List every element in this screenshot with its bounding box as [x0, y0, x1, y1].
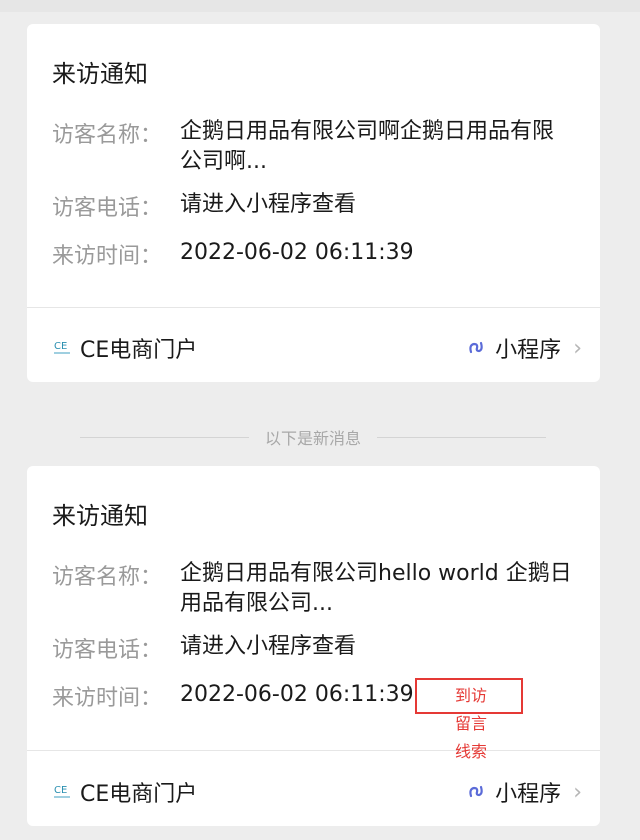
visitor-phone-label: 访客电话： [52, 638, 163, 663]
visitor-name-value: 企鹅日用品有限公司啊企鹅日用品有限公司啊... [180, 119, 555, 174]
visit-notification-card[interactable]: 来访通知 访客名称： 企鹅日用品有限公司啊企鹅日用品有限公司啊... 访客电话：… [27, 24, 600, 382]
visitor-phone-label: 访客电话： [52, 196, 163, 221]
visitor-name-label: 访客名称： [52, 565, 163, 590]
brand-link[interactable]: CE CE电商门户 [52, 332, 197, 364]
visitor-name-value: 企鹅日用品有限公司hello world 企鹅日用品有限公司... [180, 561, 572, 616]
chevron-right-icon: › [573, 779, 582, 805]
mini-program-label: 小程序 [495, 782, 562, 807]
visit-time-label: 来访时间： [52, 244, 163, 269]
visit-time-value: 2022-06-02 06:11:39 [180, 240, 414, 265]
mini-program-icon [465, 781, 487, 803]
ce-logo-icon: CE [52, 782, 72, 802]
svg-text:CE: CE [54, 785, 67, 796]
visitor-phone-value: 请进入小程序查看 [180, 634, 357, 659]
visitor-phone-value: 请进入小程序查看 [180, 192, 357, 217]
card-title: 来访通知 [52, 502, 148, 530]
annotation-text: 到访留言线索 [455, 686, 488, 761]
brand-name: CE电商门户 [80, 782, 198, 807]
top-strip [0, 0, 640, 12]
card-divider [27, 750, 600, 751]
brand-link[interactable]: CE CE电商门户 [52, 776, 197, 808]
separator-text: 以下是新消息 [265, 429, 362, 448]
new-messages-separator: 以下是新消息 [80, 426, 547, 448]
mini-program-link[interactable]: 小程序 › [465, 776, 582, 808]
brand-name: CE电商门户 [80, 338, 198, 363]
visit-notification-card[interactable]: 来访通知 访客名称： 企鹅日用品有限公司hello world 企鹅日用品有限公… [27, 466, 600, 826]
mini-program-label: 小程序 [495, 338, 562, 363]
separator-line-right [377, 436, 547, 438]
visitor-name-label: 访客名称： [52, 123, 163, 148]
svg-text:CE: CE [54, 341, 67, 352]
visit-time-label: 来访时间： [52, 686, 163, 711]
separator-line-left [80, 436, 249, 438]
card-divider [27, 307, 600, 308]
chevron-right-icon: › [573, 335, 582, 361]
mini-program-icon [465, 337, 487, 359]
ce-logo-icon: CE [52, 338, 72, 358]
card-title: 来访通知 [52, 60, 148, 88]
mini-program-link[interactable]: 小程序 › [465, 332, 582, 364]
